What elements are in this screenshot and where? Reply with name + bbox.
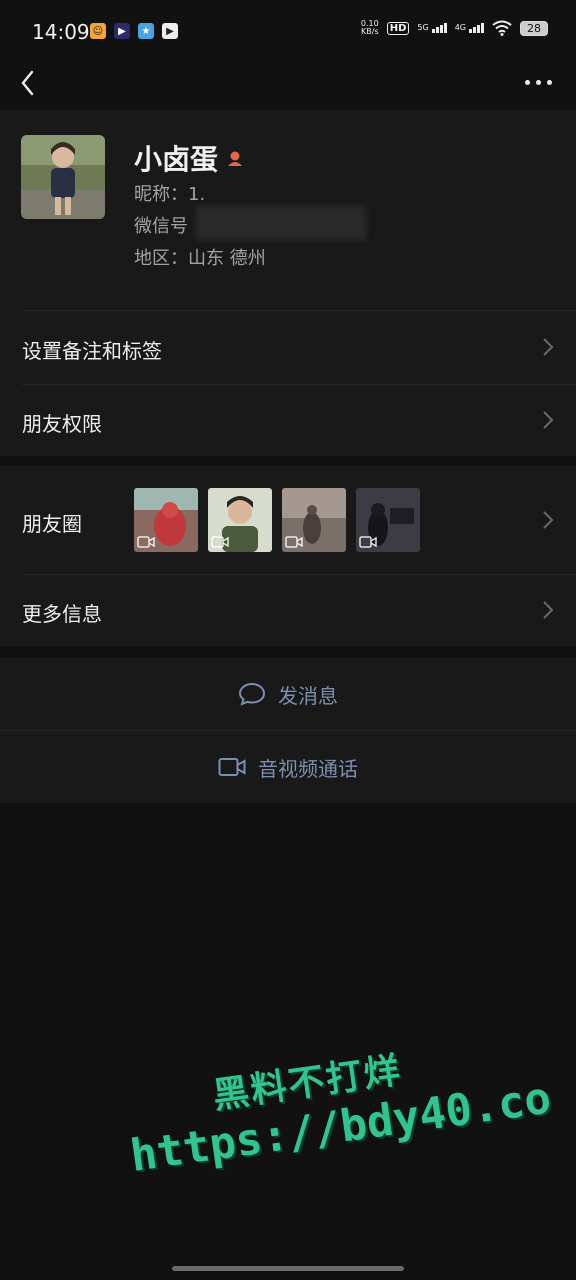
chevron-right-icon (543, 511, 554, 529)
chevron-right-icon (543, 601, 554, 619)
signal-4g-icon: 4G (455, 23, 484, 33)
watermark: 黑料不打烊 https://bdy40.co (120, 1021, 554, 1182)
moments-thumbnail[interactable] (208, 488, 272, 552)
audio-video-call-label: 音视频通话 (258, 756, 358, 781)
signal-4g-label: 4G (454, 23, 466, 32)
friend-permission-label: 朋友权限 (22, 412, 102, 436)
friend-permission-cell[interactable]: 朋友权限 (0, 384, 576, 456)
back-icon[interactable] (18, 68, 48, 98)
video-icon (285, 536, 303, 548)
status-bar: 14:09 ☺ ▶ ★ ▶ 0.10 KB/s HD 5G 4G 28 (0, 0, 576, 64)
chat-bubble-icon (238, 682, 266, 706)
game-app-icon: ★ (138, 23, 154, 39)
network-speed: 0.10 KB/s (361, 20, 379, 36)
person-tag-icon (228, 151, 243, 166)
video-call-icon (218, 758, 246, 776)
more-options-icon[interactable] (525, 80, 552, 85)
send-message-button[interactable]: 发消息 (0, 658, 576, 730)
chevron-right-icon (543, 338, 554, 356)
nickname: 昵称：1. (134, 184, 206, 205)
moments-thumbnail[interactable] (282, 488, 346, 552)
wechat-id: 微信号 (134, 216, 188, 237)
video-icon (359, 536, 377, 548)
signal-5g-icon: 5G (417, 23, 447, 33)
home-indicator[interactable] (172, 1266, 404, 1271)
contact-name: 小卤蛋 (134, 143, 219, 176)
profile-header: 小卤蛋 昵称：1. 微信号 地区：山东 德州 (0, 110, 576, 310)
hd-icon: HD (386, 21, 410, 35)
chevron-right-icon (543, 411, 554, 429)
avatar[interactable] (21, 135, 105, 219)
wifi-icon (492, 20, 512, 36)
remark-tags-cell[interactable]: 设置备注和标签 (0, 310, 576, 384)
play-app-icon: ▶ (114, 23, 130, 39)
send-message-label: 发消息 (278, 683, 338, 708)
region: 地区：山东 德州 (134, 248, 266, 269)
signal-5g-label: 5G (417, 23, 429, 32)
more-info-label: 更多信息 (22, 602, 102, 626)
network-speed-unit: KB/s (361, 27, 379, 36)
moments-thumbnails[interactable] (134, 488, 420, 552)
moments-label: 朋友圈 (22, 512, 82, 536)
app-notification-icon: ☺ (90, 23, 106, 39)
status-indicators: 0.10 KB/s HD 5G 4G 28 (361, 20, 548, 36)
video-icon (137, 536, 155, 548)
video-app-icon: ▶ (162, 23, 178, 39)
more-info-cell[interactable]: 更多信息 (0, 574, 576, 646)
divider (22, 574, 576, 575)
video-icon (211, 536, 229, 548)
battery-icon: 28 (520, 20, 548, 36)
notification-icons: ☺ ▶ ★ ▶ (90, 23, 178, 39)
audio-video-call-button[interactable]: 音视频通话 (0, 731, 576, 803)
moments-thumbnail[interactable] (134, 488, 198, 552)
divider (22, 384, 576, 385)
remark-tags-label: 设置备注和标签 (22, 339, 162, 363)
divider (22, 310, 576, 311)
status-time: 14:09 (32, 20, 90, 44)
moments-thumbnail[interactable] (356, 488, 420, 552)
redacted-id-blur (196, 206, 366, 240)
